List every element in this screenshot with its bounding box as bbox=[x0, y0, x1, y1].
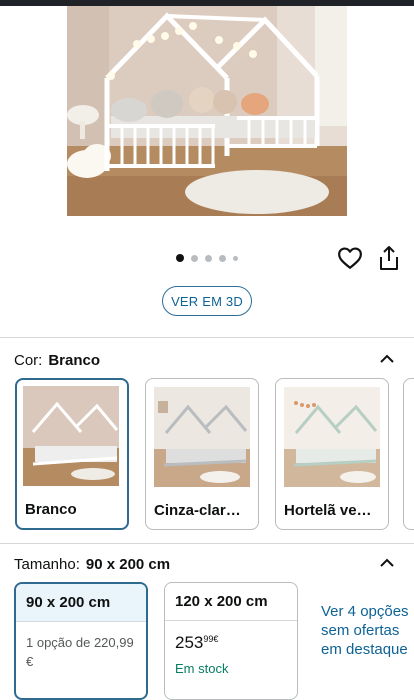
carousel-dot-5[interactable] bbox=[233, 255, 238, 261]
color-option-label: Cinza-clar… bbox=[154, 502, 241, 519]
color-option-branco[interactable]: Branco bbox=[15, 378, 129, 530]
color-label: Cor: bbox=[14, 352, 43, 369]
size-option-label: 120 x 200 cm bbox=[165, 583, 297, 621]
color-option-label: Branco bbox=[25, 501, 77, 518]
more-offers-link[interactable]: Ver 4 opções sem ofertas em destaque bbox=[321, 602, 411, 659]
color-option-hortela[interactable]: Hortelã ve… bbox=[275, 378, 389, 530]
size-option-price: 25399€ bbox=[165, 621, 297, 653]
color-option-partial[interactable] bbox=[403, 378, 414, 530]
chevron-up-icon[interactable] bbox=[380, 555, 394, 567]
share-icon[interactable] bbox=[377, 245, 401, 271]
color-thumbnail bbox=[284, 387, 380, 487]
heart-icon[interactable] bbox=[337, 245, 363, 271]
divider bbox=[0, 337, 414, 338]
color-section-header: Cor: Branco bbox=[14, 352, 100, 369]
size-selected-value: 90 x 200 cm bbox=[85, 556, 171, 573]
price-currency: € bbox=[213, 634, 219, 644]
view-3d-button[interactable]: VER EM 3D bbox=[162, 286, 252, 316]
divider bbox=[0, 543, 414, 544]
size-option-90x200[interactable]: 90 x 200 cm 1 opção de 220,99 € bbox=[14, 582, 148, 700]
chevron-up-icon[interactable] bbox=[380, 351, 394, 363]
stock-status: Em stock bbox=[175, 661, 229, 676]
price-fraction: 99€ bbox=[203, 634, 219, 644]
size-option-label: 90 x 200 cm bbox=[16, 584, 146, 622]
color-selected-value: Branco bbox=[48, 352, 101, 369]
color-thumbnail bbox=[154, 387, 250, 487]
price-whole: 253 bbox=[175, 633, 204, 652]
color-option-label: Hortelã ve… bbox=[284, 502, 372, 519]
color-option-cinza-claro[interactable]: Cinza-clar… bbox=[145, 378, 259, 530]
carousel-dot-2[interactable] bbox=[191, 254, 198, 262]
size-label: Tamanho: bbox=[14, 556, 80, 573]
size-option-offer: 1 opção de 220,99 € bbox=[26, 635, 134, 669]
color-thumbnail bbox=[23, 386, 119, 486]
carousel-dot-1[interactable] bbox=[176, 254, 184, 262]
size-option-120x200[interactable]: 120 x 200 cm 25399€ Em stock bbox=[164, 582, 298, 700]
carousel-dot-4[interactable] bbox=[219, 254, 226, 262]
carousel-dot-3[interactable] bbox=[205, 254, 212, 262]
product-image[interactable] bbox=[67, 6, 347, 216]
size-section-header: Tamanho: 90 x 200 cm bbox=[14, 556, 170, 573]
